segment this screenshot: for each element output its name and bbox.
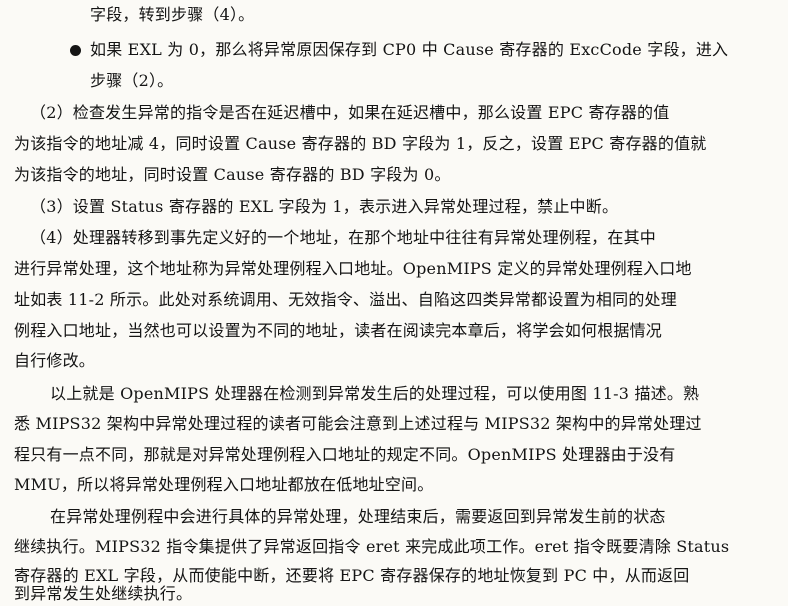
text-line-15: 程只有一点不同，那就是对异常处理例程入口地址的规定不同。OpenMIPS 处理器… — [14, 445, 676, 464]
text-line-8: （4）处理器转移到事先定义好的一个地址，在那个地址中往往有异常处理例程，在其中 — [30, 228, 656, 247]
text-line-1: 字段，转到步骤（4）。 — [90, 5, 255, 24]
text-line-7: （3）设置 Status 寄存器的 EXL 字段为 1，表示进入异常处理过程，禁… — [30, 197, 619, 216]
text-line-13: 以上就是 OpenMIPS 处理器在检测到异常发生后的处理过程，可以使用图 11… — [50, 384, 700, 403]
text-line-16: MMU，所以将异常处理例程入口地址都放在低地址空间。 — [14, 475, 434, 494]
text-line-2: 如果 EXL 为 0，那么将异常原因保存到 CP0 中 Cause 寄存器的 E… — [90, 40, 729, 59]
text-line-9: 进行异常处理，这个地址称为异常处理例程入口地址。OpenMIPS 定义的异常处理… — [14, 259, 692, 278]
document-page: 字段，转到步骤（4）。 如果 EXL 为 0，那么将异常原因保存到 CP0 中 … — [0, 0, 788, 606]
text-line-10: 址如表 11-2 所示。此处对系统调用、无效指令、溢出、自陷这四类异常都设置为相… — [14, 290, 677, 309]
text-line-14: 悉 MIPS32 架构中异常处理过程的读者可能会注意到上述过程与 MIPS32 … — [14, 414, 702, 433]
text-line-5: 为该指令的地址减 4，同时设置 Cause 寄存器的 BD 字段为 1，反之，设… — [14, 134, 707, 153]
text-line-12: 自行修改。 — [14, 351, 96, 370]
text-line-18: 继续执行。MIPS32 指令集提供了异常返回指令 eret 来完成此项工作。er… — [14, 537, 730, 556]
bullet-icon — [70, 45, 81, 56]
text-line-20: 到异常发生处继续执行。 — [14, 584, 193, 603]
text-line-6: 为该指令的地址，同时设置 Cause 寄存器的 BD 字段为 0。 — [14, 165, 451, 184]
text-line-11: 例程入口地址，当然也可以设置为不同的地址，读者在阅读完本章后，将学会如何根据情况 — [14, 321, 663, 340]
text-line-17: 在异常处理例程中会进行具体的异常处理，处理结束后，需要返回到异常发生前的状态 — [50, 507, 666, 526]
text-line-4: （2）检查发生异常的指令是否在延迟槽中，如果在延迟槽中，那么设置 EPC 寄存器… — [30, 103, 670, 122]
text-line-3: 步骤（2）。 — [90, 71, 174, 90]
